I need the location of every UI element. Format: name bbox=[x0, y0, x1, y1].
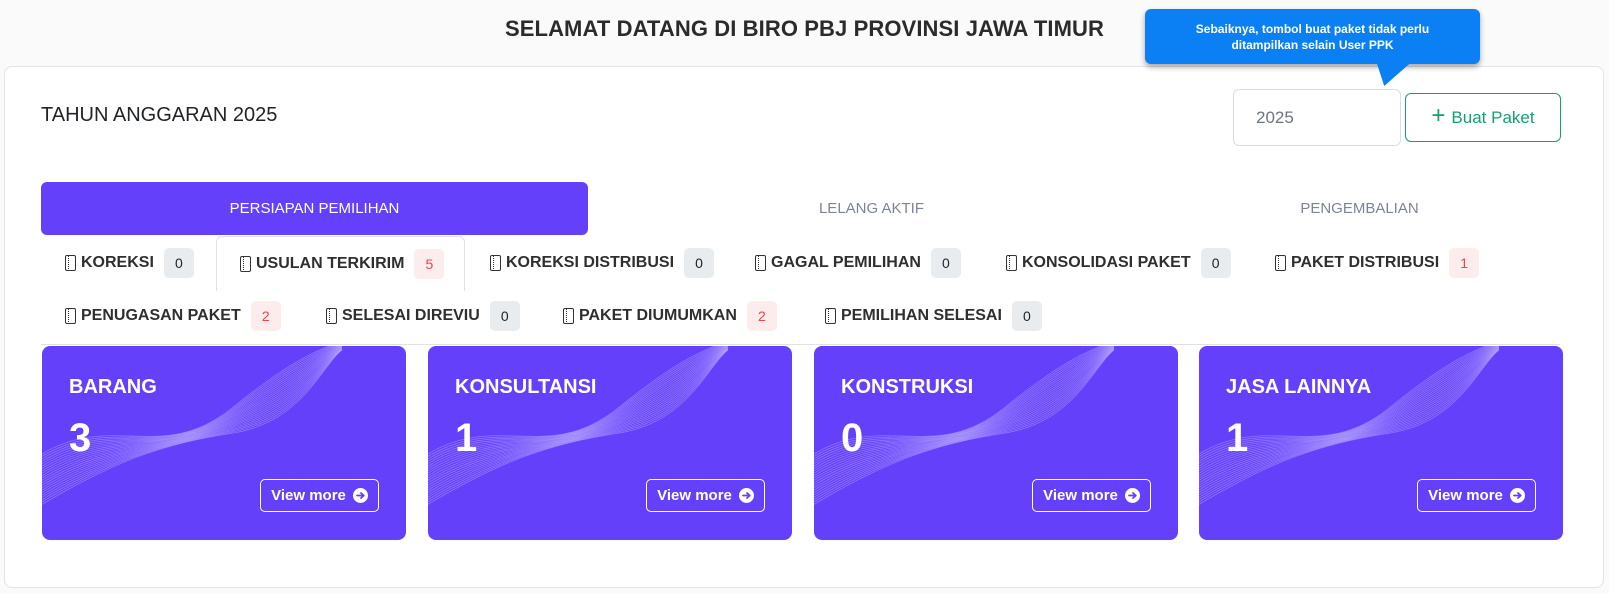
category-card-jasa-lainnya: JASA LAINNYA 1 View more bbox=[1199, 346, 1563, 540]
notebook-icon bbox=[240, 256, 251, 272]
subtab-label: PENUGASAN PAKET bbox=[81, 307, 241, 324]
tooltip-text: Sebaiknya, tombol buat paket tidak perlu… bbox=[1195, 21, 1430, 52]
notebook-icon bbox=[65, 308, 76, 324]
subtab-paket-distribusi[interactable]: PAKET DISTRIBUSI 1 bbox=[1275, 239, 1480, 287]
category-card-barang: BARANG 3 View more bbox=[42, 346, 406, 540]
subtab-penugasan-paket[interactable]: PENUGASAN PAKET 2 bbox=[65, 292, 281, 340]
category-card-konstruksi: KONSTRUKSI 0 View more bbox=[814, 346, 1178, 540]
view-more-button[interactable]: View more bbox=[646, 479, 765, 512]
view-more-label: View more bbox=[271, 487, 346, 504]
create-package-label: Buat Paket bbox=[1451, 107, 1535, 127]
count-badge: 0 bbox=[1200, 248, 1231, 278]
subtab-koreksi[interactable]: KOREKSI 0 bbox=[65, 239, 194, 287]
category-count: 1 bbox=[1226, 416, 1249, 460]
tab-divider bbox=[41, 344, 1560, 345]
subtab-pemilihan-selesai[interactable]: PEMILIHAN SELESAI 0 bbox=[825, 292, 1042, 340]
subtab-label: PAKET DIUMUMKAN bbox=[579, 307, 737, 324]
view-more-label: View more bbox=[657, 487, 732, 504]
arrow-right-circle-icon bbox=[352, 488, 368, 503]
plus-icon: + bbox=[1431, 102, 1446, 129]
notebook-icon bbox=[563, 308, 574, 324]
notebook-icon bbox=[1006, 255, 1017, 271]
notebook-icon bbox=[65, 255, 76, 271]
count-badge: 1 bbox=[1449, 248, 1480, 278]
view-more-button[interactable]: View more bbox=[260, 479, 379, 512]
count-badge: 2 bbox=[746, 301, 777, 331]
subtab-usulan-terkirim[interactable]: USULAN TERKIRIM 5 bbox=[216, 236, 465, 291]
arrow-right-circle-icon bbox=[1124, 488, 1140, 503]
subtab-label: KOREKSI DISTRIBUSI bbox=[506, 254, 675, 271]
subtab-label: USULAN TERKIRIM bbox=[256, 255, 405, 272]
notebook-icon bbox=[755, 255, 766, 271]
subtab-label: SELESAI DIREVIU bbox=[342, 307, 480, 324]
count-badge: 2 bbox=[250, 301, 281, 331]
tab-persiapan-pemilihan[interactable]: PERSIAPAN PEMILIHAN bbox=[41, 182, 588, 235]
arrow-right-circle-icon bbox=[738, 488, 754, 503]
create-package-button[interactable]: + Buat Paket bbox=[1405, 93, 1561, 142]
subtab-label: PAKET DISTRIBUSI bbox=[1291, 254, 1440, 271]
subtab-label: GAGAL PEMILIHAN bbox=[771, 254, 921, 271]
category-count: 1 bbox=[455, 416, 478, 460]
main-tabs: PERSIAPAN PEMILIHAN LELANG AKTIF PENGEMB… bbox=[41, 182, 1560, 235]
view-more-label: View more bbox=[1043, 487, 1118, 504]
category-count: 0 bbox=[841, 416, 864, 460]
notebook-icon bbox=[326, 308, 337, 324]
year-input[interactable] bbox=[1233, 89, 1401, 146]
subtab-label: KOREKSI bbox=[81, 254, 154, 271]
subtab-paket-diumumkan[interactable]: PAKET DIUMUMKAN 2 bbox=[563, 292, 777, 340]
subtab-label: KONSOLIDASI PAKET bbox=[1022, 254, 1191, 271]
tab-pengembalian[interactable]: PENGEMBALIAN bbox=[1086, 182, 1609, 235]
count-badge: 0 bbox=[684, 248, 715, 278]
notebook-icon bbox=[825, 308, 836, 324]
subtab-konsolidasi-paket[interactable]: KONSOLIDASI PAKET 0 bbox=[1006, 239, 1231, 287]
category-title: KONSTRUKSI bbox=[841, 376, 974, 398]
count-badge: 0 bbox=[489, 301, 520, 331]
count-badge: 0 bbox=[1011, 301, 1042, 331]
year-heading: TAHUN ANGGARAN 2025 bbox=[41, 104, 278, 126]
annotation-tooltip: Sebaiknya, tombol buat paket tidak perlu… bbox=[1145, 9, 1480, 64]
view-more-button[interactable]: View more bbox=[1417, 479, 1536, 512]
arrow-right-circle-icon bbox=[1509, 488, 1525, 503]
subtab-label: PEMILIHAN SELESAI bbox=[841, 307, 1002, 324]
tooltip-pointer bbox=[1375, 60, 1423, 86]
category-count: 3 bbox=[69, 416, 92, 460]
category-card-konsultansi: KONSULTANSI 1 View more bbox=[428, 346, 792, 540]
subtab-koreksi-distribusi[interactable]: KOREKSI DISTRIBUSI 0 bbox=[490, 239, 715, 287]
view-more-button[interactable]: View more bbox=[1032, 479, 1151, 512]
view-more-label: View more bbox=[1428, 487, 1503, 504]
category-title: KONSULTANSI bbox=[455, 376, 597, 398]
count-badge: 5 bbox=[414, 249, 445, 279]
count-badge: 0 bbox=[163, 248, 194, 278]
count-badge: 0 bbox=[930, 248, 961, 278]
category-title: JASA LAINNYA bbox=[1226, 376, 1372, 398]
subtab-selesai-direviu[interactable]: SELESAI DIREVIU 0 bbox=[326, 292, 520, 340]
category-title: BARANG bbox=[69, 376, 157, 398]
subtab-gagal-pemilihan[interactable]: GAGAL PEMILIHAN 0 bbox=[755, 239, 961, 287]
notebook-icon bbox=[490, 255, 501, 271]
notebook-icon bbox=[1275, 255, 1286, 271]
tab-lelang-aktif[interactable]: LELANG AKTIF bbox=[598, 182, 1145, 235]
